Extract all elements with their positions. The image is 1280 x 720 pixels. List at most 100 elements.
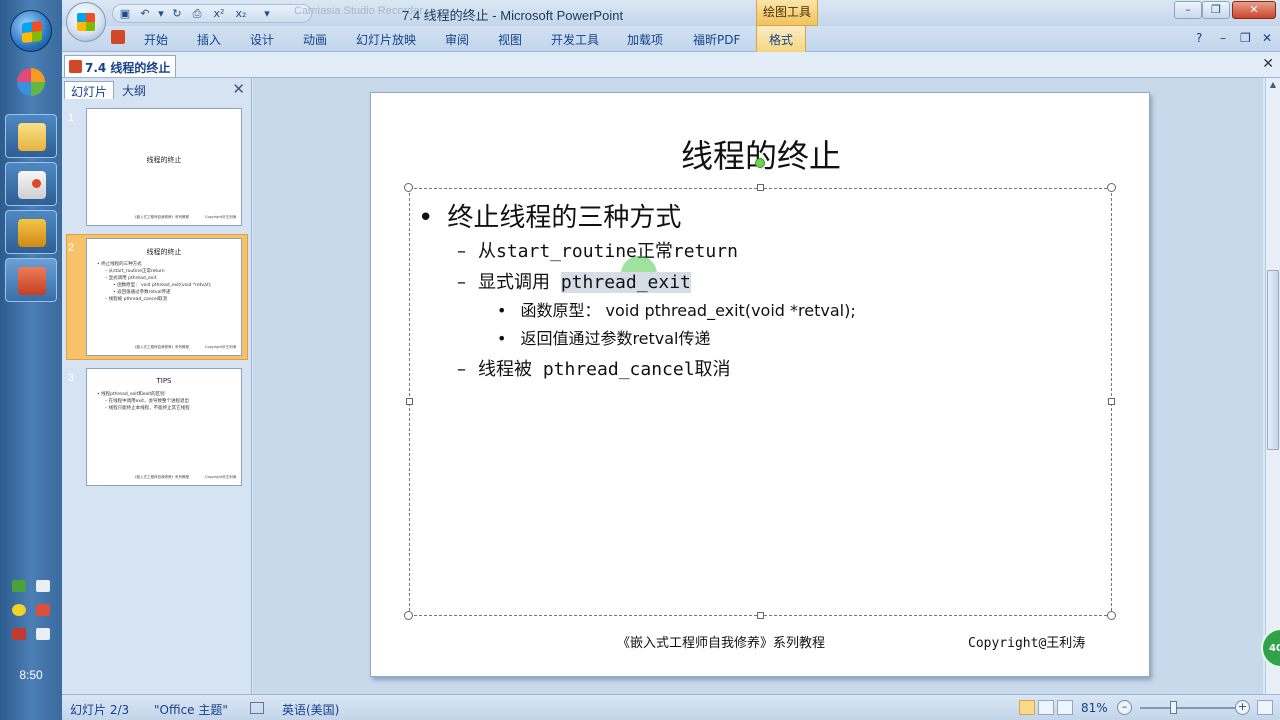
undo-dropdown-icon[interactable]: ▾ <box>153 7 169 21</box>
fit-to-window-button[interactable] <box>1257 700 1273 715</box>
language-indicator[interactable]: 英语(美国) <box>282 701 339 718</box>
help-icon[interactable]: ? <box>1196 31 1202 45</box>
doc-close-icon[interactable]: ✕ <box>1262 31 1272 45</box>
slide-thumbnail-2[interactable]: 线程的终止 • 终止线程的三种方式 – 从start_routine正常retu… <box>86 238 242 356</box>
taskbar-explorer[interactable] <box>5 114 57 158</box>
slide-sorter-button[interactable] <box>1038 700 1054 715</box>
tab-insert[interactable]: 插入 <box>197 31 221 48</box>
tab-review[interactable]: 审阅 <box>445 31 469 48</box>
resize-handle[interactable] <box>404 611 413 620</box>
tab-slides[interactable]: 幻灯片 <box>64 81 115 99</box>
zoom-slider-knob[interactable] <box>1170 701 1177 714</box>
tab-design[interactable]: 设计 <box>250 31 274 48</box>
tab-slideshow[interactable]: 幻灯片放映 <box>356 31 416 48</box>
close-button[interactable]: ✕ <box>1232 1 1276 19</box>
resize-handle[interactable] <box>1107 611 1116 620</box>
subscript-icon[interactable]: x₂ <box>233 7 249 21</box>
scroll-thumb[interactable] <box>1267 270 1279 450</box>
vertical-scrollbar[interactable]: ▲ <box>1265 78 1280 694</box>
windows-tray-icon[interactable] <box>36 580 50 592</box>
bullet-text: 线程被 pthread_cancel取消 <box>478 359 731 380</box>
pinwheel-icon <box>17 68 45 96</box>
slide-canvas[interactable]: 线程的终止 • 终止线程的三种方式 – 从start_routine正常return… <box>370 92 1150 677</box>
redo-icon[interactable]: ↻ <box>169 7 185 21</box>
zoom-in-button[interactable]: + <box>1235 700 1250 715</box>
thumb-footer-left: 《嵌入式工程师自我修养》系列教程 <box>133 215 189 219</box>
scroll-up-icon[interactable]: ▲ <box>1267 80 1279 94</box>
superscript-icon[interactable]: x² <box>211 7 227 21</box>
slide-title[interactable]: 线程的终止 <box>371 131 1151 177</box>
close-document-icon[interactable]: ✕ <box>1262 56 1274 72</box>
resize-handle[interactable] <box>757 612 764 619</box>
slideshow-view-button[interactable] <box>1057 700 1073 715</box>
rotation-handle[interactable] <box>755 158 765 168</box>
speaker-icon[interactable] <box>36 628 50 640</box>
status-bar: 幻灯片 2/3 "Office 主题" 英语(美国) 81% – + <box>62 694 1280 720</box>
customize-qat-icon[interactable]: ▾ <box>259 7 275 21</box>
tab-developer[interactable]: 开发工具 <box>551 31 599 48</box>
bullet-level2[interactable]: – 显式调用 pthread_exit <box>457 268 691 294</box>
tab-foxit-pdf[interactable]: 福昕PDF <box>693 31 740 48</box>
bullet-level3[interactable]: • 函数原型： void pthread_exit(void *retval); <box>497 297 856 321</box>
network-tray-icon[interactable] <box>12 628 26 640</box>
recording-badge[interactable]: 40 <box>1261 628 1280 668</box>
taskbar-pinwheel-app[interactable] <box>5 60 57 104</box>
add-tray-icon[interactable] <box>12 604 26 616</box>
bullet-level2[interactable]: – 从start_routine正常return <box>457 237 738 263</box>
resize-handle[interactable] <box>757 184 764 191</box>
ppt-document-icon <box>69 60 82 73</box>
dash-icon: – <box>457 359 466 380</box>
tab-view[interactable]: 视图 <box>498 31 522 48</box>
tab-animations[interactable]: 动画 <box>303 31 327 48</box>
bullet-level1[interactable]: • 终止线程的三种方式 <box>418 197 681 234</box>
volume-muted-icon[interactable] <box>36 604 50 616</box>
zoom-slider-track[interactable] <box>1140 707 1236 709</box>
slide-number: 2 <box>68 242 75 254</box>
folder-icon <box>18 123 46 151</box>
zoom-level[interactable]: 81% <box>1081 701 1108 715</box>
thumb-line: – 在线程中调用exit，会导致整个进程退出 <box>105 399 190 404</box>
tab-format[interactable]: 格式 <box>756 26 807 52</box>
tab-outline[interactable]: 大纲 <box>116 81 152 99</box>
undo-icon[interactable]: ↶ <box>137 7 153 21</box>
bullet-level2[interactable]: – 线程被 pthread_cancel取消 <box>457 355 731 381</box>
resize-handle[interactable] <box>1107 183 1116 192</box>
maximize-button[interactable]: ❐ <box>1202 1 1230 19</box>
resize-handle[interactable] <box>406 398 413 405</box>
zoom-out-button[interactable]: – <box>1117 700 1132 715</box>
tab-addins[interactable]: 加载项 <box>627 31 663 48</box>
thumb-line: • 函数原型： void pthread_exit(void *retval); <box>113 283 212 288</box>
taskbar-clock[interactable]: 8:50 <box>0 668 62 682</box>
normal-view-button[interactable] <box>1019 700 1035 715</box>
thumb-title: 线程的终止 <box>146 156 182 164</box>
save-icon[interactable]: ▣ <box>117 7 133 21</box>
nvidia-tray-icon[interactable] <box>12 580 26 592</box>
close-panel-icon[interactable]: ✕ <box>232 80 245 98</box>
doc-minimize-icon[interactable]: – <box>1220 31 1226 45</box>
minimize-button[interactable]: – <box>1174 1 1202 19</box>
resize-handle[interactable] <box>1108 398 1115 405</box>
taskbar-recorder[interactable] <box>5 162 57 206</box>
thumb-line: • 终止线程的三种方式 <box>97 262 142 267</box>
ribbon-app-icon <box>111 30 125 44</box>
bullet-level3[interactable]: • 返回值通过参数retval传递 <box>497 325 711 349</box>
thumb-footer-left: 《嵌入式工程师自我修养》系列教程 <box>133 475 189 479</box>
tab-home[interactable]: 开始 <box>144 31 168 48</box>
selected-text[interactable]: pthread_exit <box>560 272 691 293</box>
print-preview-icon[interactable]: ⎙ <box>189 7 205 21</box>
office-button[interactable] <box>66 2 106 42</box>
powerpoint-icon <box>18 267 46 295</box>
slide-thumbnail-1[interactable]: 线程的终止 《嵌入式工程师自我修养》系列教程 Copyright@王利涛 <box>86 108 242 226</box>
taskbar-powerpoint[interactable] <box>5 258 57 302</box>
document-tab[interactable]: 7.4 线程的终止 <box>64 55 176 77</box>
spellcheck-icon[interactable] <box>250 702 264 714</box>
title-bar: ▣ ↶ ▾ ↻ ⎙ x² x₂ ▾ Camtasia Studio Record… <box>62 0 1280 42</box>
start-button[interactable] <box>10 10 52 52</box>
drawing-tools-context: 绘图工具 <box>756 0 818 26</box>
doc-restore-icon[interactable]: ❐ <box>1240 31 1251 45</box>
resize-handle[interactable] <box>404 183 413 192</box>
taskbar-camtasia[interactable] <box>5 210 57 254</box>
slide-thumbnail-3[interactable]: TIPS • 线程pthread_exit和exit的区别 – 在线程中调用ex… <box>86 368 242 486</box>
bullet-dot-icon: • <box>418 203 434 233</box>
bullet-text: 从start_routine正常return <box>478 241 738 262</box>
